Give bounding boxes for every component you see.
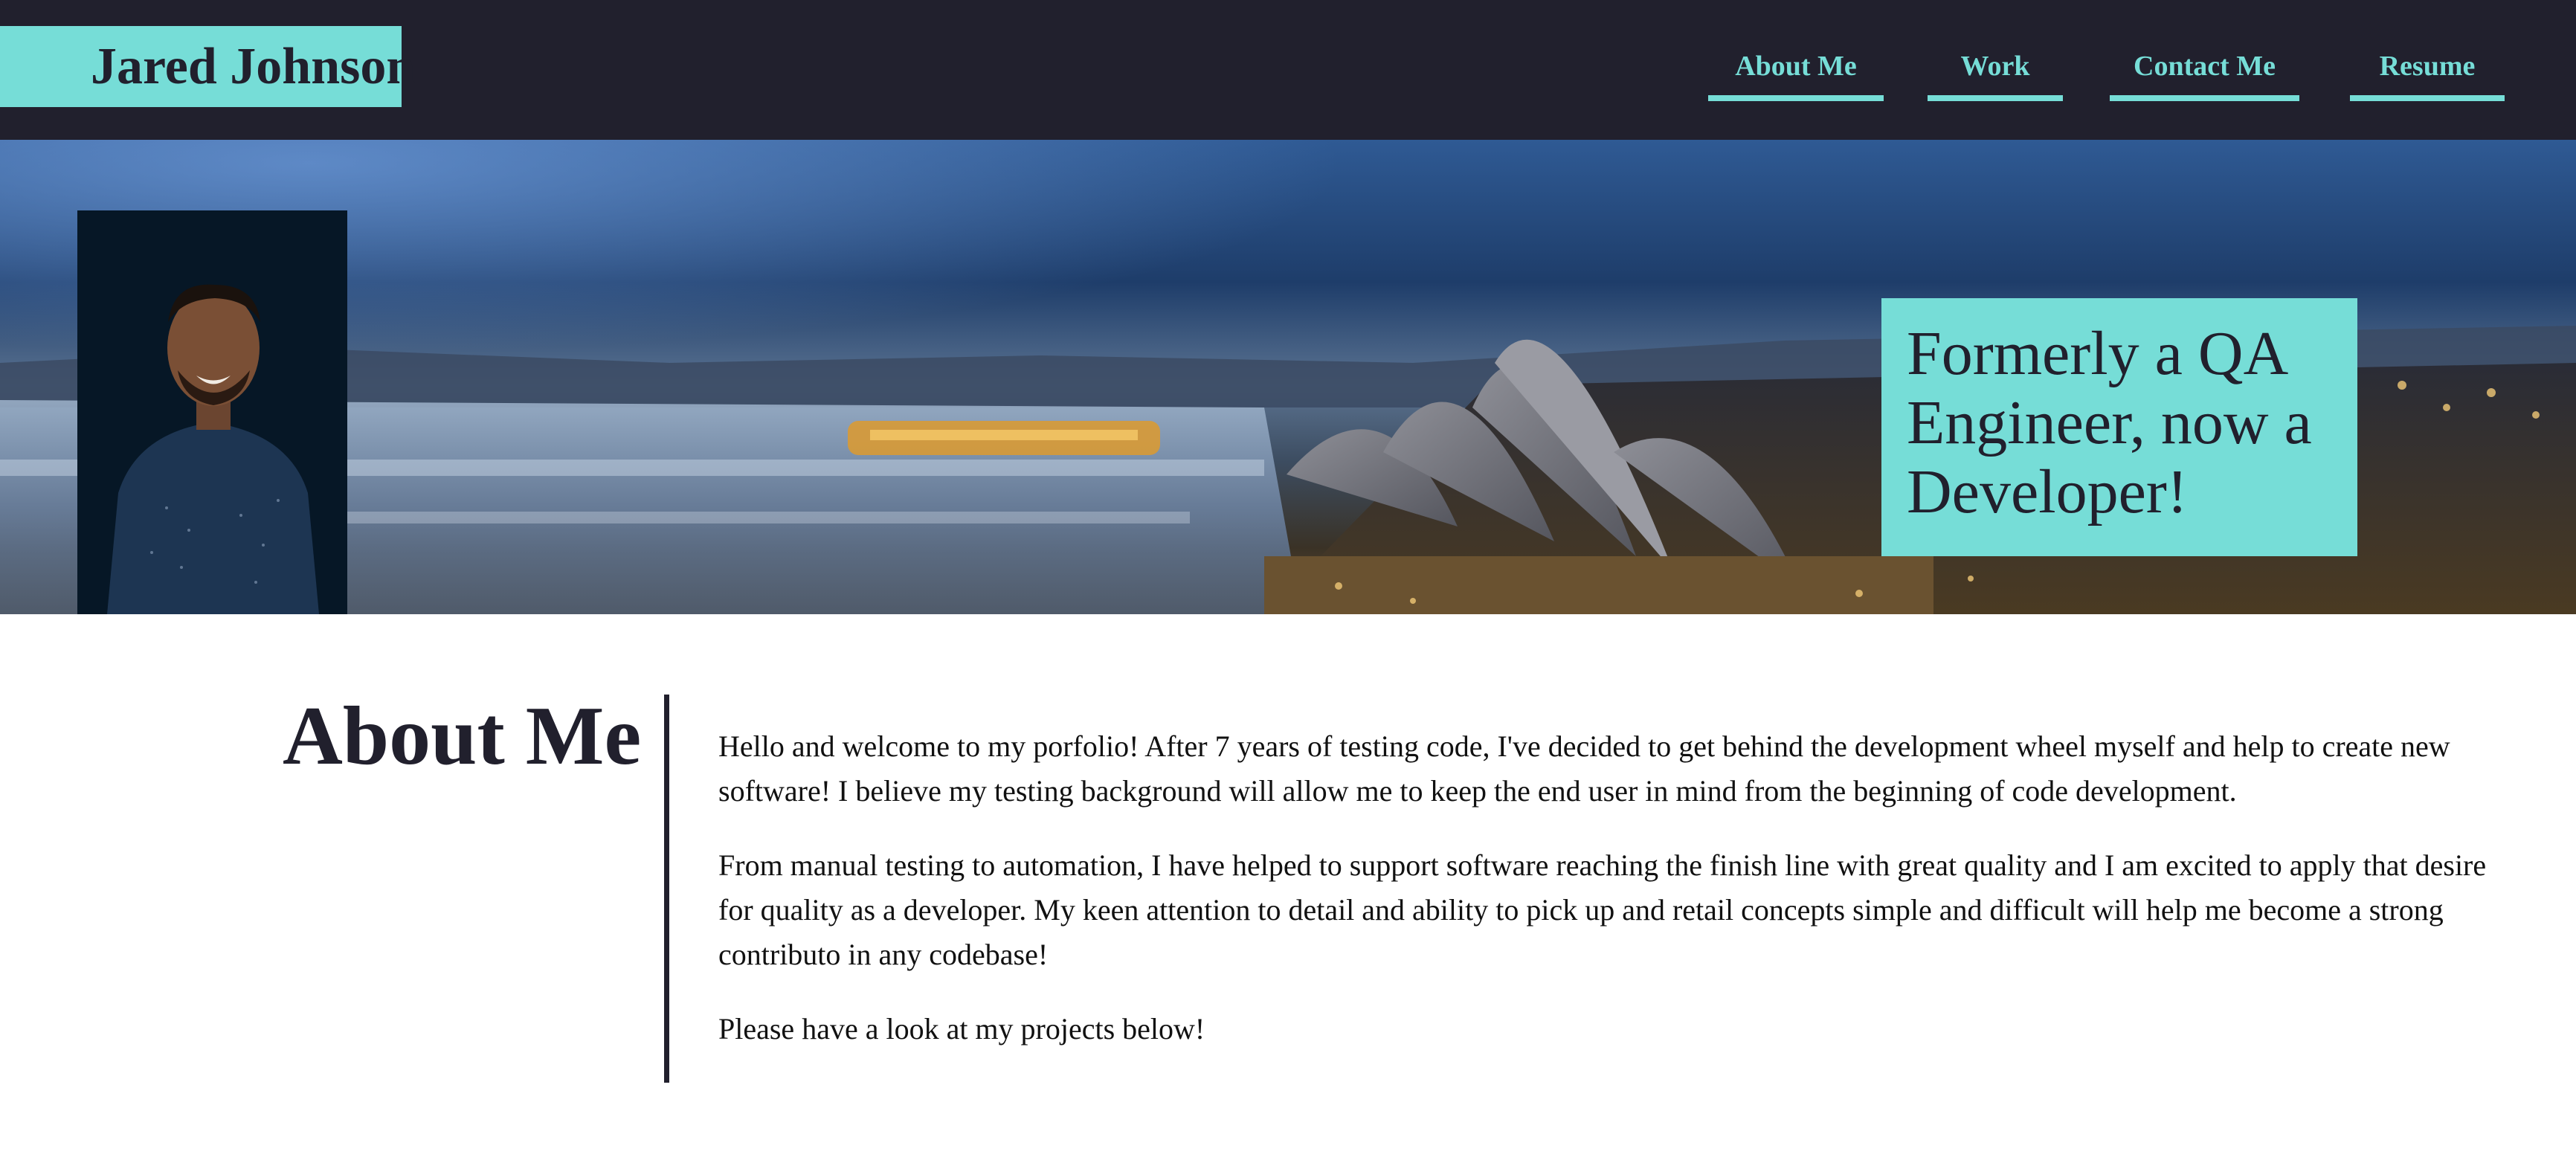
hero-tagline: Formerly a QA Engineer, now a Developer!: [1907, 319, 2312, 526]
nav-work[interactable]: Work: [1928, 45, 2063, 101]
brand-logo[interactable]: Jared Johnson: [0, 26, 415, 107]
about-paragraph: From manual testing to automation, I hav…: [718, 848, 2487, 971]
about-me-text: Hello and welcome to my porfolio! After …: [718, 724, 2503, 1081]
profile-photo-image: [77, 210, 347, 614]
about-paragraph: Please have a look at my projects below!: [718, 1012, 1205, 1046]
nav-contact-me[interactable]: Contact Me: [2110, 45, 2299, 101]
site-header: Jared Johnson About Me Work Contact Me R…: [0, 0, 2576, 140]
about-me-heading: About Me: [283, 690, 642, 782]
brand-name[interactable]: Jared Johnson: [91, 26, 415, 107]
profile-photo: [77, 210, 347, 614]
tagline-card: Formerly a QA Engineer, now a Developer!: [1881, 298, 2357, 556]
hero-banner: Formerly a QA Engineer, now a Developer!: [0, 140, 2576, 614]
about-paragraph: Hello and welcome to my porfolio! After …: [718, 729, 2450, 808]
nav-resume[interactable]: Resume: [2350, 45, 2505, 101]
nav-about-me[interactable]: About Me: [1708, 45, 1884, 101]
section-divider: [664, 695, 669, 1083]
